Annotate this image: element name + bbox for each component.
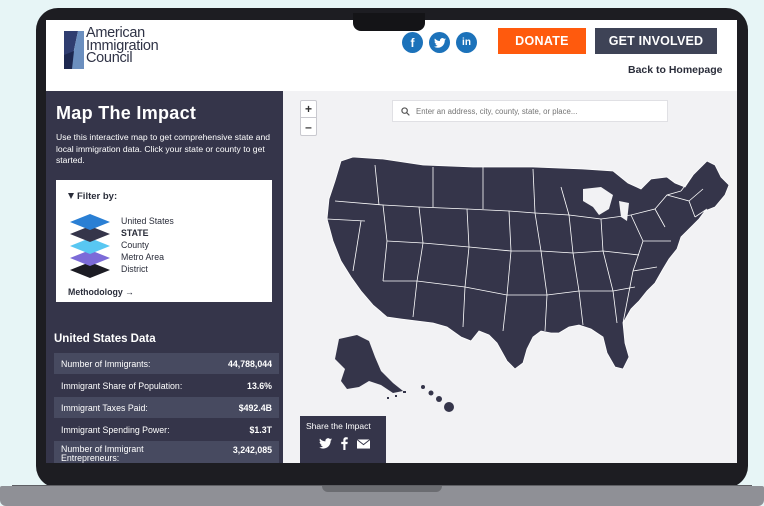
layer-option-state[interactable]: STATE [121, 227, 174, 239]
zoom-out-button[interactable]: – [301, 118, 316, 135]
donate-button[interactable]: DONATE [498, 28, 586, 54]
layer-option-us[interactable]: United States [121, 215, 174, 227]
filter-title-text: Filter by: [77, 191, 118, 202]
data-label: Immigrant Taxes Paid: [61, 402, 148, 413]
share-title: Share the Impact [306, 421, 371, 431]
alaska-shape [335, 335, 403, 393]
data-value: 13.6% [247, 380, 272, 391]
map-search-bar [392, 100, 668, 122]
data-row: Number of Immigrants: 44,788,044 [54, 353, 279, 374]
data-row: Immigrant Taxes Paid: $492.4B [54, 397, 279, 418]
data-row: Immigrant Spending Power: $1.3T [54, 419, 279, 440]
data-value: $1.3T [249, 424, 273, 435]
facebook-icon[interactable] [341, 437, 348, 450]
logo-line: Council [86, 50, 133, 66]
methodology-link[interactable]: Methodology → [68, 287, 134, 297]
layer-option-district[interactable]: District [121, 263, 174, 275]
back-to-homepage-link[interactable]: Back to Homepage [628, 64, 723, 76]
data-label: Immigrant Share of Population: [61, 380, 183, 391]
layer-us [70, 214, 110, 230]
get-involved-button[interactable]: GET INVOLVED [595, 28, 717, 54]
map-area[interactable]: + – Share the Impact [283, 91, 737, 463]
share-panel: Share the Impact [300, 416, 386, 463]
map-search-input[interactable] [416, 106, 656, 116]
logo[interactable]: American Immigration Council [62, 26, 162, 71]
data-label: Number of Immigrants: [61, 358, 151, 369]
search-icon [401, 106, 410, 116]
data-row: Immigrant Share of Population: 13.6% [54, 375, 279, 396]
data-value: 3,242,085 [232, 445, 272, 455]
logo-mark-icon [64, 31, 84, 69]
layer-option-metro[interactable]: Metro Area [121, 251, 174, 263]
laptop-base-groove [322, 486, 442, 492]
twitter-icon[interactable] [319, 438, 332, 449]
twitter-bird-icon [433, 37, 446, 48]
filter-icon [68, 193, 74, 200]
data-label: Immigrant Spending Power: [61, 424, 170, 435]
email-icon[interactable] [357, 438, 370, 449]
logo-text: American Immigration Council [86, 26, 159, 66]
layer-list: United States STATE County Metro Area Di… [121, 215, 174, 275]
linkedin-glyph: in [462, 37, 471, 48]
hawaii-shape [421, 385, 454, 412]
data-value: $492.4B [238, 402, 272, 413]
data-value: 44,788,044 [227, 358, 272, 369]
share-icons [319, 437, 370, 450]
filter-panel: Filter by: United States STATE County Me… [56, 180, 272, 302]
facebook-glyph: f [410, 35, 415, 50]
layers-icon [70, 214, 110, 278]
facebook-icon[interactable]: f [402, 32, 423, 53]
linkedin-icon[interactable]: in [456, 32, 477, 53]
filter-title: Filter by: [68, 191, 117, 202]
laptop-screen: American Immigration Council f in DONATE… [46, 20, 737, 463]
us-states-map[interactable] [283, 91, 737, 463]
us-data-title: United States Data [54, 333, 156, 345]
data-label: Number of Immigrant Entrepreneurs: [61, 444, 144, 463]
us-data-table: Number of Immigrants: 44,788,044 Immigra… [54, 353, 279, 463]
sidebar-description: Use this interactive map to get comprehe… [56, 132, 271, 165]
contiguous-us-shape [326, 156, 730, 370]
twitter-icon[interactable] [429, 32, 450, 53]
zoom-control: + – [300, 100, 317, 136]
data-row: Number of Immigrant Entrepreneurs: 3,242… [54, 441, 279, 463]
zoom-in-button[interactable]: + [301, 101, 316, 118]
layer-option-county[interactable]: County [121, 239, 174, 251]
camera-notch [353, 13, 425, 31]
sidebar-title: Map The Impact [56, 103, 197, 123]
sidebar: Map The Impact Use this interactive map … [46, 91, 283, 463]
